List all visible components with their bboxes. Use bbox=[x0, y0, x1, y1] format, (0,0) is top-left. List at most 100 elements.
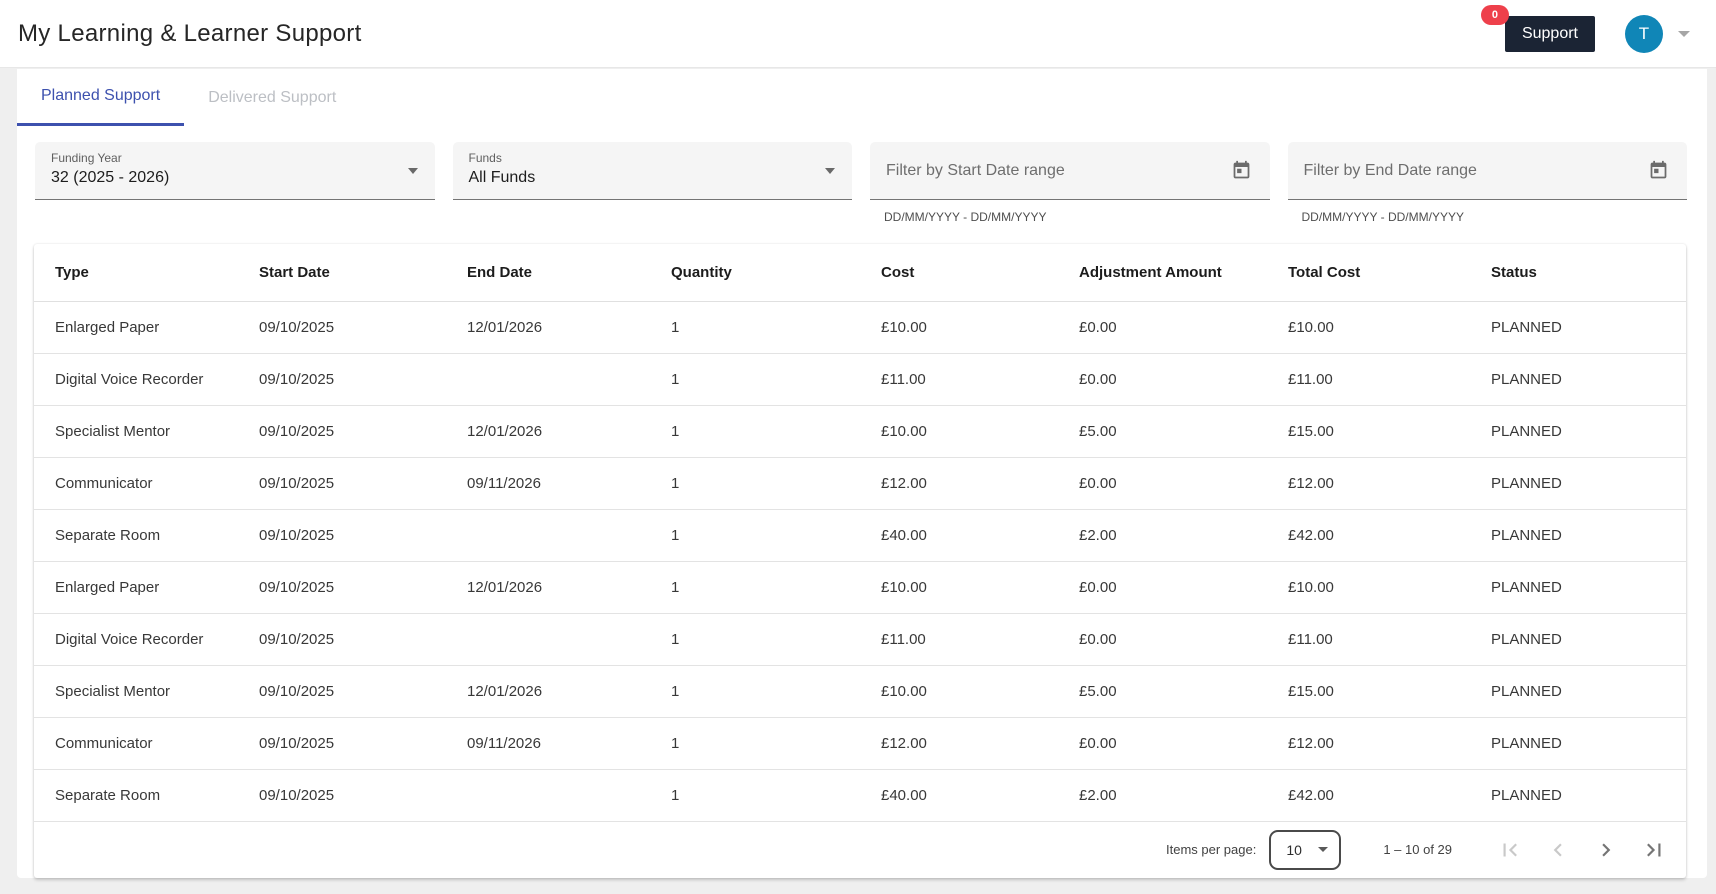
last-page-button[interactable] bbox=[1630, 830, 1678, 870]
cell-status: PLANNED bbox=[1470, 665, 1686, 718]
first-page-button[interactable] bbox=[1486, 830, 1534, 870]
support-button[interactable]: 0 Support bbox=[1480, 4, 1595, 52]
cell-end-date bbox=[446, 769, 650, 822]
start-date-format-hint: DD/MM/YYYY - DD/MM/YYYY bbox=[884, 210, 1047, 224]
table-header-row: Type Start Date End Date Quantity Cost Adjust… bbox=[34, 244, 1686, 302]
funds-label: Funds bbox=[468, 151, 502, 165]
chevron-right-icon bbox=[1602, 843, 1611, 856]
cell-cost: £40.00 bbox=[860, 509, 1058, 562]
cell-total-cost: £10.00 bbox=[1267, 301, 1470, 354]
cell-type: Digital Voice Recorder bbox=[34, 353, 238, 406]
end-date-range-input[interactable]: Filter by End Date range bbox=[1287, 142, 1687, 200]
next-page-button[interactable] bbox=[1582, 830, 1630, 870]
tab-delivered-support-label: Delivered Support bbox=[208, 88, 337, 106]
tab-planned-support[interactable]: Planned Support bbox=[17, 69, 185, 126]
cell-type: Specialist Mentor bbox=[34, 665, 238, 718]
cell-cost: £10.00 bbox=[860, 665, 1058, 718]
chevron-down-icon[interactable] bbox=[1678, 30, 1690, 37]
column-header-type: Type bbox=[34, 244, 238, 302]
start-date-placeholder: Filter by Start Date range bbox=[886, 161, 1065, 179]
tab-bar: Planned Support Delivered Support bbox=[17, 69, 1707, 126]
items-per-page-select[interactable]: 10 bbox=[1269, 829, 1342, 870]
cell-adjustment-amount: £0.00 bbox=[1058, 561, 1267, 614]
cell-total-cost: £11.00 bbox=[1267, 353, 1470, 406]
cell-type: Separate Room bbox=[34, 769, 238, 822]
cell-type: Specialist Mentor bbox=[34, 405, 238, 458]
cell-adjustment-amount: £5.00 bbox=[1058, 665, 1267, 718]
cell-end-date bbox=[446, 613, 650, 666]
start-date-calendar-button[interactable] bbox=[1227, 156, 1256, 185]
column-header-start-date: Start Date bbox=[238, 244, 446, 302]
funds-select[interactable]: Funds All Funds bbox=[452, 142, 852, 200]
calendar-icon bbox=[1233, 160, 1249, 179]
chevron-left-icon bbox=[1553, 843, 1562, 856]
cell-quantity: 1 bbox=[650, 457, 860, 510]
cell-cost: £12.00 bbox=[860, 717, 1058, 770]
cell-cost: £10.00 bbox=[860, 405, 1058, 458]
paginator: Items per page: 10 1 – 10 of 29 bbox=[34, 822, 1686, 878]
cell-quantity: 1 bbox=[650, 665, 860, 718]
funding-year-select[interactable]: Funding Year 32 (2025 - 2026) bbox=[35, 142, 435, 200]
cell-start-date: 09/10/2025 bbox=[238, 717, 446, 770]
previous-page-button[interactable] bbox=[1534, 830, 1582, 870]
cell-total-cost: £42.00 bbox=[1267, 769, 1470, 822]
cell-status: PLANNED bbox=[1470, 457, 1686, 510]
cell-type: Communicator bbox=[34, 717, 238, 770]
notification-badge: 0 bbox=[1480, 4, 1509, 25]
column-header-end-date: End Date bbox=[446, 244, 650, 302]
page-range-label: 1 – 10 of 29 bbox=[1383, 842, 1452, 857]
cell-adjustment-amount: £0.00 bbox=[1058, 457, 1267, 510]
end-date-placeholder: Filter by End Date range bbox=[1303, 161, 1477, 179]
table-row: Enlarged Paper 09/10/2025 12/01/2026 1 £10.0… bbox=[34, 301, 1686, 354]
end-date-format-hint: DD/MM/YYYY - DD/MM/YYYY bbox=[1301, 210, 1464, 224]
table-row: Specialist Mentor 09/10/2025 12/01/2026 1 £1… bbox=[34, 405, 1686, 458]
table-row: Separate Room 09/10/2025 1 £40.00 £2.00 £42.0… bbox=[34, 509, 1686, 562]
cell-total-cost: £42.00 bbox=[1267, 509, 1470, 562]
cell-end-date: 12/01/2026 bbox=[446, 561, 650, 614]
cell-cost: £10.00 bbox=[860, 301, 1058, 354]
cell-total-cost: £12.00 bbox=[1267, 717, 1470, 770]
start-date-range-input[interactable]: Filter by Start Date range bbox=[870, 142, 1270, 200]
cell-total-cost: £15.00 bbox=[1267, 405, 1470, 458]
tab-delivered-support[interactable]: Delivered Support bbox=[184, 69, 360, 126]
column-header-status: Status bbox=[1470, 244, 1686, 302]
end-date-filter: Filter by End Date range DD/MM/YYYY - DD… bbox=[1287, 142, 1687, 224]
cell-cost: £11.00 bbox=[860, 613, 1058, 666]
cell-start-date: 09/10/2025 bbox=[238, 353, 446, 406]
tab-planned-support-label: Planned Support bbox=[41, 87, 161, 104]
cell-quantity: 1 bbox=[650, 561, 860, 614]
page-header: My Learning & Learner Support 0 Support … bbox=[0, 0, 1716, 68]
funding-year-filter: Funding Year 32 (2025 - 2026) bbox=[35, 142, 435, 200]
table-row: Communicator 09/10/2025 09/11/2026 1 £12.00 £… bbox=[34, 717, 1686, 770]
table-row: Digital Voice Recorder 09/10/2025 1 £11.00 £… bbox=[34, 353, 1686, 406]
dropdown-arrow-icon bbox=[407, 168, 418, 174]
content-card: Planned Support Delivered Support Fundin… bbox=[17, 69, 1707, 878]
cell-total-cost: £15.00 bbox=[1267, 665, 1470, 718]
cell-start-date: 09/10/2025 bbox=[238, 405, 446, 458]
table-row: Digital Voice Recorder 09/10/2025 1 £11.00 £… bbox=[34, 613, 1686, 666]
support-table: Type Start Date End Date Quantity Cost Adjust… bbox=[34, 244, 1686, 822]
column-header-quantity: Quantity bbox=[650, 244, 860, 302]
items-per-page-value: 10 bbox=[1286, 841, 1302, 858]
cell-type: Communicator bbox=[34, 457, 238, 510]
table-row: Separate Room 09/10/2025 1 £40.00 £2.00 £42.0… bbox=[34, 769, 1686, 822]
cell-quantity: 1 bbox=[650, 509, 860, 562]
column-header-cost: Cost bbox=[860, 244, 1058, 302]
cell-end-date: 09/11/2026 bbox=[446, 717, 650, 770]
avatar[interactable]: T bbox=[1625, 14, 1663, 53]
cell-total-cost: £12.00 bbox=[1267, 457, 1470, 510]
column-header-adjustment-amount: Adjustment Amount bbox=[1058, 244, 1267, 302]
cell-adjustment-amount: £5.00 bbox=[1058, 405, 1267, 458]
calendar-icon bbox=[1650, 160, 1667, 179]
funding-year-label: Funding Year bbox=[51, 151, 122, 165]
end-date-calendar-button[interactable] bbox=[1644, 156, 1673, 185]
start-date-filter: Filter by Start Date range DD/MM/YYYY - … bbox=[870, 142, 1270, 224]
dropdown-arrow-icon bbox=[825, 168, 835, 174]
first-page-icon bbox=[1503, 843, 1517, 856]
cell-quantity: 1 bbox=[650, 353, 860, 406]
cell-total-cost: £10.00 bbox=[1267, 561, 1470, 614]
filter-bar: Funding Year 32 (2025 - 2026) Funds All … bbox=[35, 142, 1687, 224]
items-per-page-label: Items per page: bbox=[1166, 842, 1257, 857]
cell-status: PLANNED bbox=[1470, 405, 1686, 458]
cell-end-date: 09/11/2026 bbox=[446, 457, 650, 510]
